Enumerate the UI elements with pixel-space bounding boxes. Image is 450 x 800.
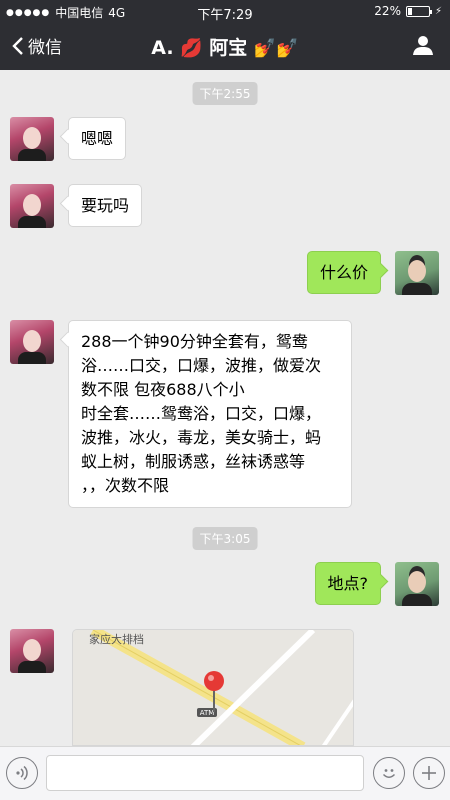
contact-avatar[interactable]	[10, 117, 54, 161]
nav-bar: 微信 A. 💋 阿宝 💅💅	[0, 22, 450, 70]
person-icon[interactable]	[412, 34, 434, 56]
top-bar: ●●●●● 中国电信 4G 下午7:29 22% ⚡ 微信 A. 💋 阿宝 💅💅	[0, 0, 450, 70]
atm-marker: ATM	[200, 709, 215, 717]
more-button[interactable]	[413, 757, 445, 789]
timestamp: 下午2:55	[192, 82, 258, 105]
input-bar	[0, 746, 450, 800]
battery-icon	[405, 5, 432, 17]
timestamp: 下午3:05	[192, 527, 258, 550]
outgoing-message[interactable]: 地点?	[314, 562, 381, 605]
location-message[interactable]: ATM 家应大排档	[72, 629, 354, 746]
chat-title: A. 💋 阿宝 💅💅	[0, 33, 450, 60]
smiley-icon	[382, 769, 396, 778]
my-avatar[interactable]	[395, 251, 439, 295]
incoming-message[interactable]: 嗯嗯	[68, 117, 127, 160]
battery-level-fill	[407, 7, 413, 15]
map-place-label: 家应大排档	[89, 633, 144, 646]
outgoing-message[interactable]: 什么价	[306, 251, 381, 294]
nail-polish-icon: 💅	[253, 38, 277, 59]
status-bar: ●●●●● 中国电信 4G 下午7:29 22% ⚡	[0, 0, 450, 23]
incoming-message[interactable]: 要玩吗	[68, 184, 143, 227]
plus-icon	[422, 766, 436, 780]
location-pin-icon	[204, 671, 224, 691]
voice-button[interactable]	[6, 757, 38, 789]
battery-percent: 22%	[374, 4, 401, 18]
message-input[interactable]	[46, 755, 364, 791]
contact-avatar[interactable]	[10, 320, 54, 364]
incoming-message[interactable]: 288一个钟90分钟全套有，鸳鸯 浴……口交，口爆，波推，做爱次 数不限 包夜6…	[68, 320, 352, 508]
status-right: 22% ⚡	[374, 4, 442, 18]
map-image: ATM	[73, 630, 353, 745]
contact-avatar[interactable]	[10, 629, 54, 673]
title-name-1: A.	[151, 37, 174, 59]
chat-area[interactable]: 下午2:55 嗯嗯 要玩吗 什么价 288一个钟90分钟全套有，鸳鸯 浴……口交…	[0, 70, 450, 746]
charging-icon: ⚡	[434, 5, 442, 17]
lips-icon: 💋	[180, 38, 203, 59]
my-avatar[interactable]	[395, 562, 439, 606]
contact-avatar[interactable]	[10, 184, 54, 228]
title-name-2: 阿宝	[209, 37, 248, 59]
emoji-button[interactable]	[373, 757, 405, 789]
nail-polish-icon: 💅	[276, 38, 299, 59]
voice-icon	[16, 765, 28, 781]
